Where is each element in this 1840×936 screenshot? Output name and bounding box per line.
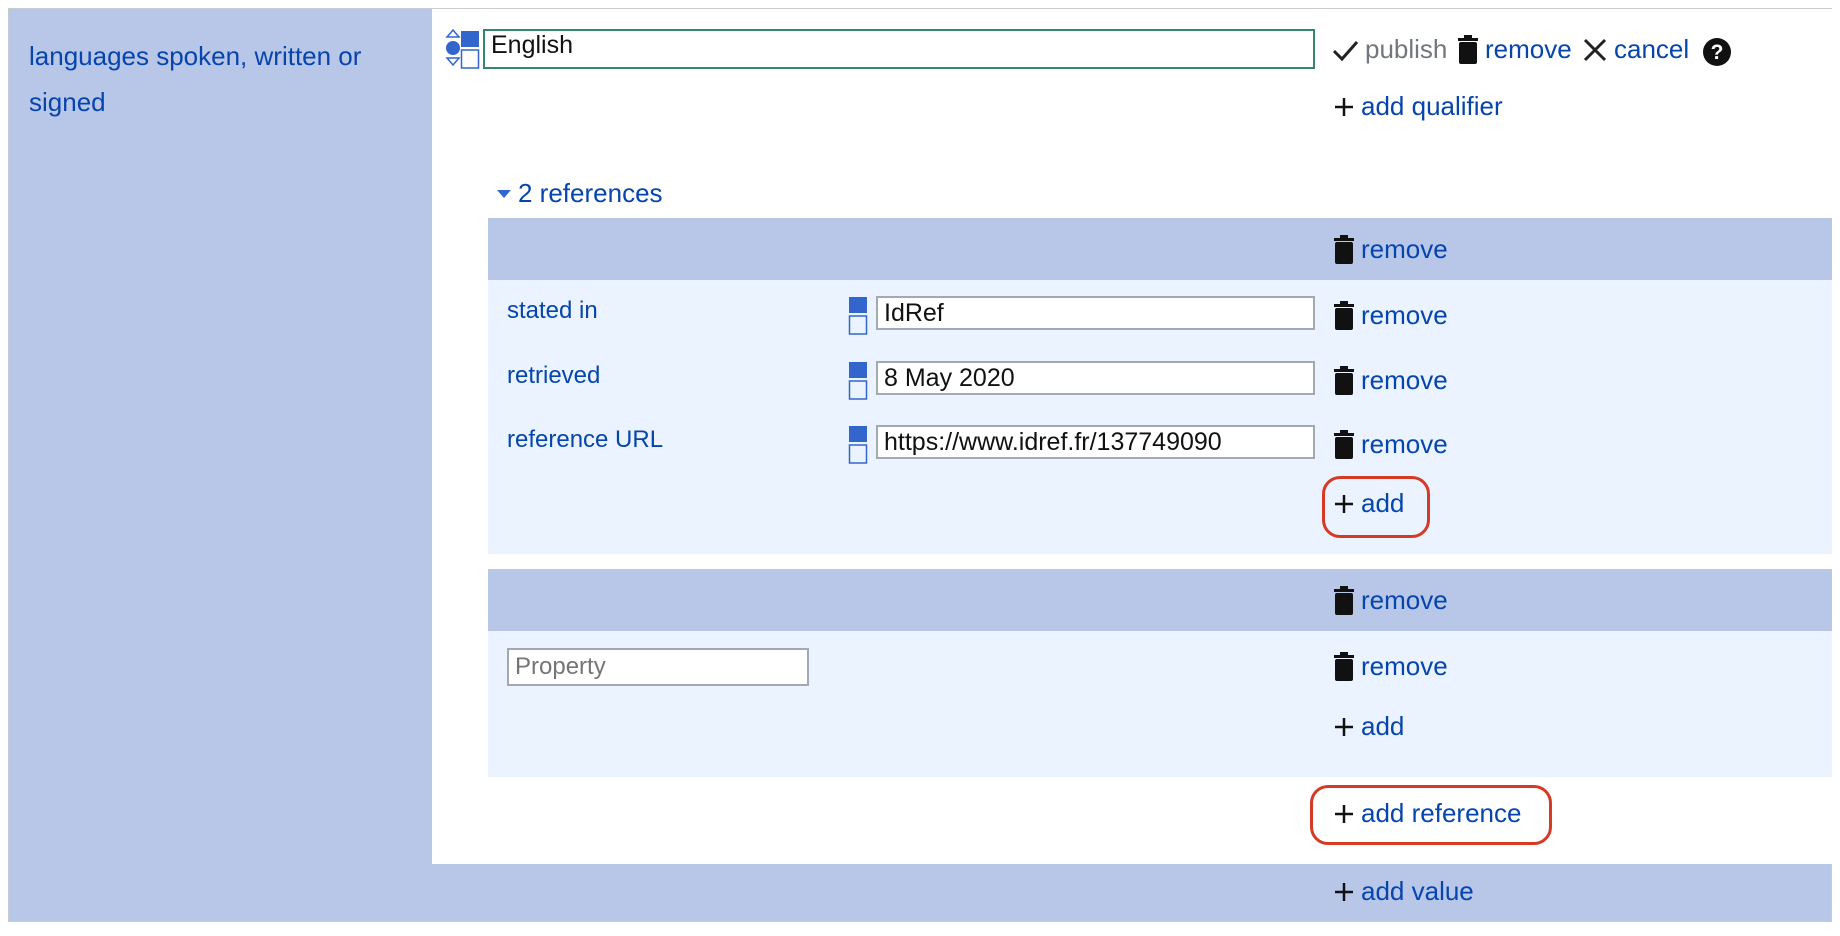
trash-icon bbox=[1333, 365, 1355, 396]
references-toggle-label: 2 references bbox=[518, 178, 663, 208]
property-input[interactable] bbox=[507, 648, 809, 686]
remove-snak-button[interactable]: remove bbox=[1333, 300, 1448, 331]
remove-label: remove bbox=[1361, 585, 1448, 615]
remove-label: remove bbox=[1361, 651, 1448, 681]
value-type-selector[interactable] bbox=[848, 296, 868, 336]
add-snak-button[interactable]: add bbox=[1333, 488, 1404, 519]
snak-value-input[interactable]: IdRef bbox=[876, 296, 1315, 330]
property-label[interactable]: languages spoken, written or signed bbox=[29, 33, 409, 125]
remove-snak-button[interactable]: remove bbox=[1333, 365, 1448, 396]
add-reference-button[interactable]: add reference bbox=[1333, 798, 1521, 829]
add-reference-label: add reference bbox=[1361, 798, 1522, 828]
plus-icon bbox=[1333, 803, 1355, 825]
snak-value-input[interactable]: 8 May 2020 bbox=[876, 361, 1315, 395]
reference-header bbox=[488, 218, 1832, 280]
remove-snak-button[interactable]: remove bbox=[1333, 651, 1448, 682]
references-toggle[interactable]: 2 references bbox=[496, 178, 663, 209]
cancel-button[interactable]: cancel bbox=[1582, 34, 1689, 65]
remove-reference-button[interactable]: remove bbox=[1333, 234, 1448, 265]
trash-icon bbox=[1333, 429, 1355, 460]
trash-icon bbox=[1333, 651, 1355, 682]
snak-property-label[interactable]: stated in bbox=[507, 297, 598, 325]
publish-label: publish bbox=[1365, 34, 1448, 64]
remove-statement-button[interactable]: remove bbox=[1457, 34, 1572, 65]
add-label: add bbox=[1361, 711, 1405, 741]
add-value-label: add value bbox=[1361, 876, 1474, 906]
reference-header bbox=[488, 569, 1832, 631]
statement-value-input[interactable]: English bbox=[483, 29, 1315, 69]
add-value-button[interactable]: add value bbox=[1333, 876, 1474, 907]
publish-button[interactable]: publish bbox=[1331, 34, 1447, 65]
snak-property-label[interactable]: retrieved bbox=[507, 362, 600, 390]
check-icon bbox=[1331, 36, 1359, 64]
plus-icon bbox=[1333, 881, 1355, 903]
question-circle-icon[interactable]: ? bbox=[1702, 37, 1732, 67]
value-type-selector[interactable] bbox=[848, 361, 868, 401]
snak-property-label[interactable]: reference URL bbox=[507, 426, 663, 454]
plus-icon bbox=[1333, 493, 1355, 515]
close-icon bbox=[1582, 37, 1608, 63]
add-qualifier-button[interactable]: add qualifier bbox=[1333, 91, 1503, 122]
plus-icon bbox=[1333, 716, 1355, 738]
remove-label: remove bbox=[1361, 234, 1448, 264]
remove-label: remove bbox=[1361, 300, 1448, 330]
add-label: add bbox=[1361, 488, 1405, 518]
triangle-down-icon bbox=[496, 188, 512, 200]
value-type-selector[interactable] bbox=[460, 30, 480, 70]
remove-reference-button[interactable]: remove bbox=[1333, 585, 1448, 616]
trash-icon bbox=[1333, 300, 1355, 331]
plus-icon bbox=[1333, 96, 1355, 118]
snak-value-input[interactable]: https://www.idref.fr/137749090 bbox=[876, 425, 1315, 459]
trash-icon bbox=[1333, 585, 1355, 616]
remove-label: remove bbox=[1361, 365, 1448, 395]
remove-snak-button[interactable]: remove bbox=[1333, 429, 1448, 460]
add-snak-button[interactable]: add bbox=[1333, 711, 1404, 742]
cancel-label: cancel bbox=[1614, 34, 1690, 64]
svg-text:?: ? bbox=[1711, 41, 1724, 64]
value-type-selector[interactable] bbox=[848, 425, 868, 465]
trash-icon bbox=[1333, 234, 1355, 265]
trash-icon bbox=[1457, 34, 1479, 65]
remove-label: remove bbox=[1361, 429, 1448, 459]
remove-label: remove bbox=[1485, 34, 1572, 64]
add-qualifier-label: add qualifier bbox=[1361, 91, 1503, 121]
